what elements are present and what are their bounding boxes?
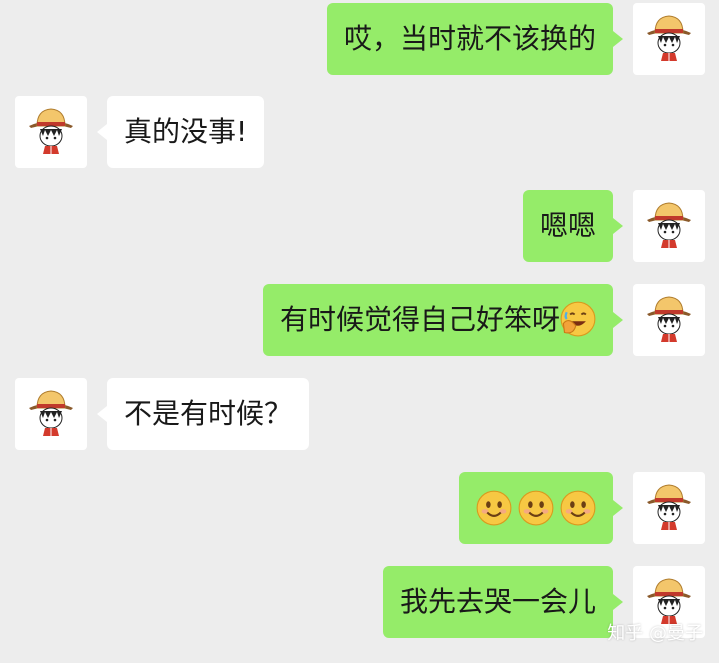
watermark: 知乎 @曼子 xyxy=(607,623,703,644)
message-text: 嗯嗯 xyxy=(539,209,596,242)
avatar[interactable] xyxy=(633,472,705,544)
message-bubble-outgoing[interactable]: 我先去哭一会儿 xyxy=(382,566,624,638)
message-text: 不是有时候？ xyxy=(124,397,293,430)
message-bubble-outgoing[interactable]: 嗯嗯 xyxy=(522,190,624,262)
smiling-face-emoji-icon xyxy=(518,490,554,526)
avatar[interactable] xyxy=(633,284,705,356)
message-bubble-outgoing[interactable] xyxy=(459,472,623,544)
avatar[interactable] xyxy=(15,378,87,450)
message-bubble-outgoing[interactable]: 有时候觉得自己好笨呀 xyxy=(262,284,624,356)
smiling-face-emoji-icon xyxy=(476,490,512,526)
avatar[interactable] xyxy=(633,3,705,75)
message-text: 我先去哭一会儿 xyxy=(399,585,596,618)
avatar[interactable] xyxy=(633,190,705,262)
smiling-face-emoji-icon xyxy=(560,490,596,526)
straw-hat-character-icon xyxy=(28,390,74,437)
straw-hat-character-icon xyxy=(28,108,74,155)
message-text: 哎，当时就不该换的 xyxy=(343,22,596,55)
straw-hat-character-icon xyxy=(646,15,692,62)
message-text: 真的没事! xyxy=(124,115,248,148)
message-bubble-incoming[interactable]: 不是有时候？ xyxy=(96,378,310,450)
laughing-facepalm-emoji-icon xyxy=(560,301,596,337)
straw-hat-character-icon xyxy=(646,202,692,249)
avatar[interactable] xyxy=(15,96,87,168)
message-text: 有时候觉得自己好笨呀 xyxy=(279,303,560,336)
chat-area: 哎，当时就不该换的 真的没事! 嗯嗯 有时候觉得自己好笨呀 不是有时候？ 我先去… xyxy=(0,0,719,663)
message-bubble-outgoing[interactable]: 哎，当时就不该换的 xyxy=(326,3,624,75)
emoji-row xyxy=(476,472,596,544)
message-bubble-incoming[interactable]: 真的没事! xyxy=(96,96,265,168)
straw-hat-character-icon xyxy=(646,484,692,531)
straw-hat-character-icon xyxy=(646,296,692,343)
